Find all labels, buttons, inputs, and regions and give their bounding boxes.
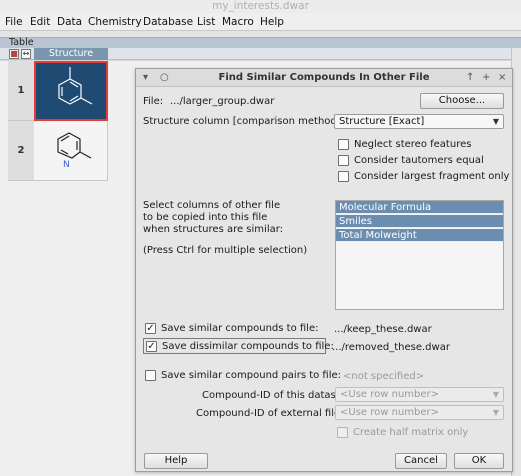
- save-similar-label: Save similar compounds to file:: [161, 323, 319, 334]
- save-dissimilar-checkbox[interactable]: ✓: [146, 341, 157, 352]
- file-label: File:: [143, 96, 164, 107]
- ok-button[interactable]: OK: [454, 453, 504, 469]
- structure-column-label: Structure column [comparison method]:: [143, 116, 345, 127]
- window-up-icon[interactable]: ↑: [466, 72, 474, 84]
- find-similar-dialog: ▾ ○ Find Similar Compounds In Other File…: [135, 68, 513, 472]
- column-option-smiles[interactable]: Smiles: [336, 215, 503, 228]
- copy-instructions-line-3: when structures are similar:: [143, 224, 284, 235]
- column-header-structure[interactable]: Structure: [34, 48, 108, 60]
- largest-fragment-label: Consider largest fragment only: [354, 171, 510, 182]
- menu-edit[interactable]: Edit: [30, 13, 50, 31]
- structure-drawing-2: [57, 132, 92, 159]
- menu-macro[interactable]: Macro: [222, 13, 254, 31]
- menu-list[interactable]: List: [197, 13, 215, 31]
- save-similar-path: .../keep_these.dwar: [334, 324, 432, 335]
- window-title: my_interests.dwar: [212, 0, 309, 12]
- chevron-down-icon: ▼: [492, 390, 499, 399]
- row-number-2[interactable]: 2: [8, 121, 34, 181]
- menu-file[interactable]: File: [5, 13, 23, 31]
- chevron-down-icon: ▼: [492, 117, 499, 126]
- save-pairs-label: Save similar compound pairs to file:: [161, 370, 342, 381]
- dialog-title-bar[interactable]: ▾ ○ Find Similar Compounds In Other File…: [136, 69, 512, 87]
- save-similar-checkbox[interactable]: ✓: [145, 323, 156, 334]
- column-option-molecular-formula[interactable]: Molecular Formula: [336, 201, 503, 214]
- chevron-down-icon: ▼: [492, 408, 499, 417]
- half-matrix-label: Create half matrix only: [353, 427, 469, 438]
- id-external-file-value: <Use row number>: [340, 407, 440, 418]
- id-this-dataset-value: <Use row number>: [340, 389, 440, 400]
- neglect-stereo-label: Neglect stereo features: [354, 139, 472, 150]
- column-option-total-molweight[interactable]: Total Molweight: [336, 229, 503, 242]
- save-pairs-checkbox[interactable]: [145, 370, 156, 381]
- id-this-dataset-select[interactable]: <Use row number> ▼: [335, 387, 504, 402]
- window-close-icon[interactable]: ×: [498, 72, 506, 84]
- id-external-file-select[interactable]: <Use row number> ▼: [335, 405, 504, 420]
- copy-instructions-line-2: to be copied into this file: [143, 212, 268, 223]
- grid-header: ■ ↔ Structure: [0, 48, 521, 60]
- table-tab[interactable]: Table: [0, 37, 521, 48]
- resize-columns-icon[interactable]: ↔: [21, 49, 31, 59]
- save-dissimilar-path: .../removed_these.dwar: [332, 342, 450, 353]
- window-maximize-icon[interactable]: +: [482, 72, 490, 84]
- window-title-bar: my_interests.dwar: [0, 0, 521, 13]
- copy-instructions-hint: (Press Ctrl for multiple selection): [143, 245, 308, 256]
- row-number-1[interactable]: 1: [8, 61, 34, 121]
- save-dissimilar-label: Save dissimilar compounds to file:: [162, 341, 334, 352]
- dialog-title: Find Similar Compounds In Other File: [218, 72, 430, 83]
- structure-cell-1[interactable]: [34, 61, 108, 121]
- table-tab-label: Table: [9, 37, 34, 48]
- help-button[interactable]: Help: [144, 453, 208, 469]
- structure-column-select[interactable]: Structure [Exact] ▼: [334, 114, 504, 129]
- menu-data[interactable]: Data: [57, 13, 82, 31]
- id-this-dataset-label: Compound-ID of this dataset:: [202, 390, 350, 401]
- save-pairs-path: <not specified>: [343, 371, 425, 382]
- menu-chemistry[interactable]: Chemistry: [88, 13, 142, 31]
- menu-bar: File Edit Data Chemistry Database List M…: [0, 13, 521, 31]
- neglect-stereo-checkbox[interactable]: [338, 139, 349, 150]
- table-options-icon[interactable]: ■: [9, 49, 19, 59]
- tautomers-checkbox[interactable]: [338, 155, 349, 166]
- half-matrix-checkbox[interactable]: [337, 427, 348, 438]
- menu-database[interactable]: Database: [143, 13, 193, 31]
- structure-cell-2[interactable]: N: [34, 121, 108, 181]
- id-external-file-label: Compound-ID of external file:: [196, 408, 344, 419]
- file-value: .../larger_group.dwar: [170, 96, 275, 107]
- columns-listbox[interactable]: Molecular Formula Smiles Total Molweight: [335, 200, 504, 310]
- nitrogen-atom-label: N: [63, 160, 70, 170]
- choose-file-button[interactable]: Choose...: [420, 93, 504, 109]
- structure-column-value: Structure [Exact]: [339, 116, 425, 127]
- structure-drawing-1: [58, 67, 93, 105]
- menu-help[interactable]: Help: [260, 13, 284, 31]
- largest-fragment-checkbox[interactable]: [338, 171, 349, 182]
- tautomers-label: Consider tautomers equal: [354, 155, 484, 166]
- cancel-button[interactable]: Cancel: [395, 453, 447, 469]
- copy-instructions-line-1: Select columns of other file: [143, 200, 281, 211]
- save-dissimilar-row[interactable]: ✓ Save dissimilar compounds to file:: [143, 338, 334, 354]
